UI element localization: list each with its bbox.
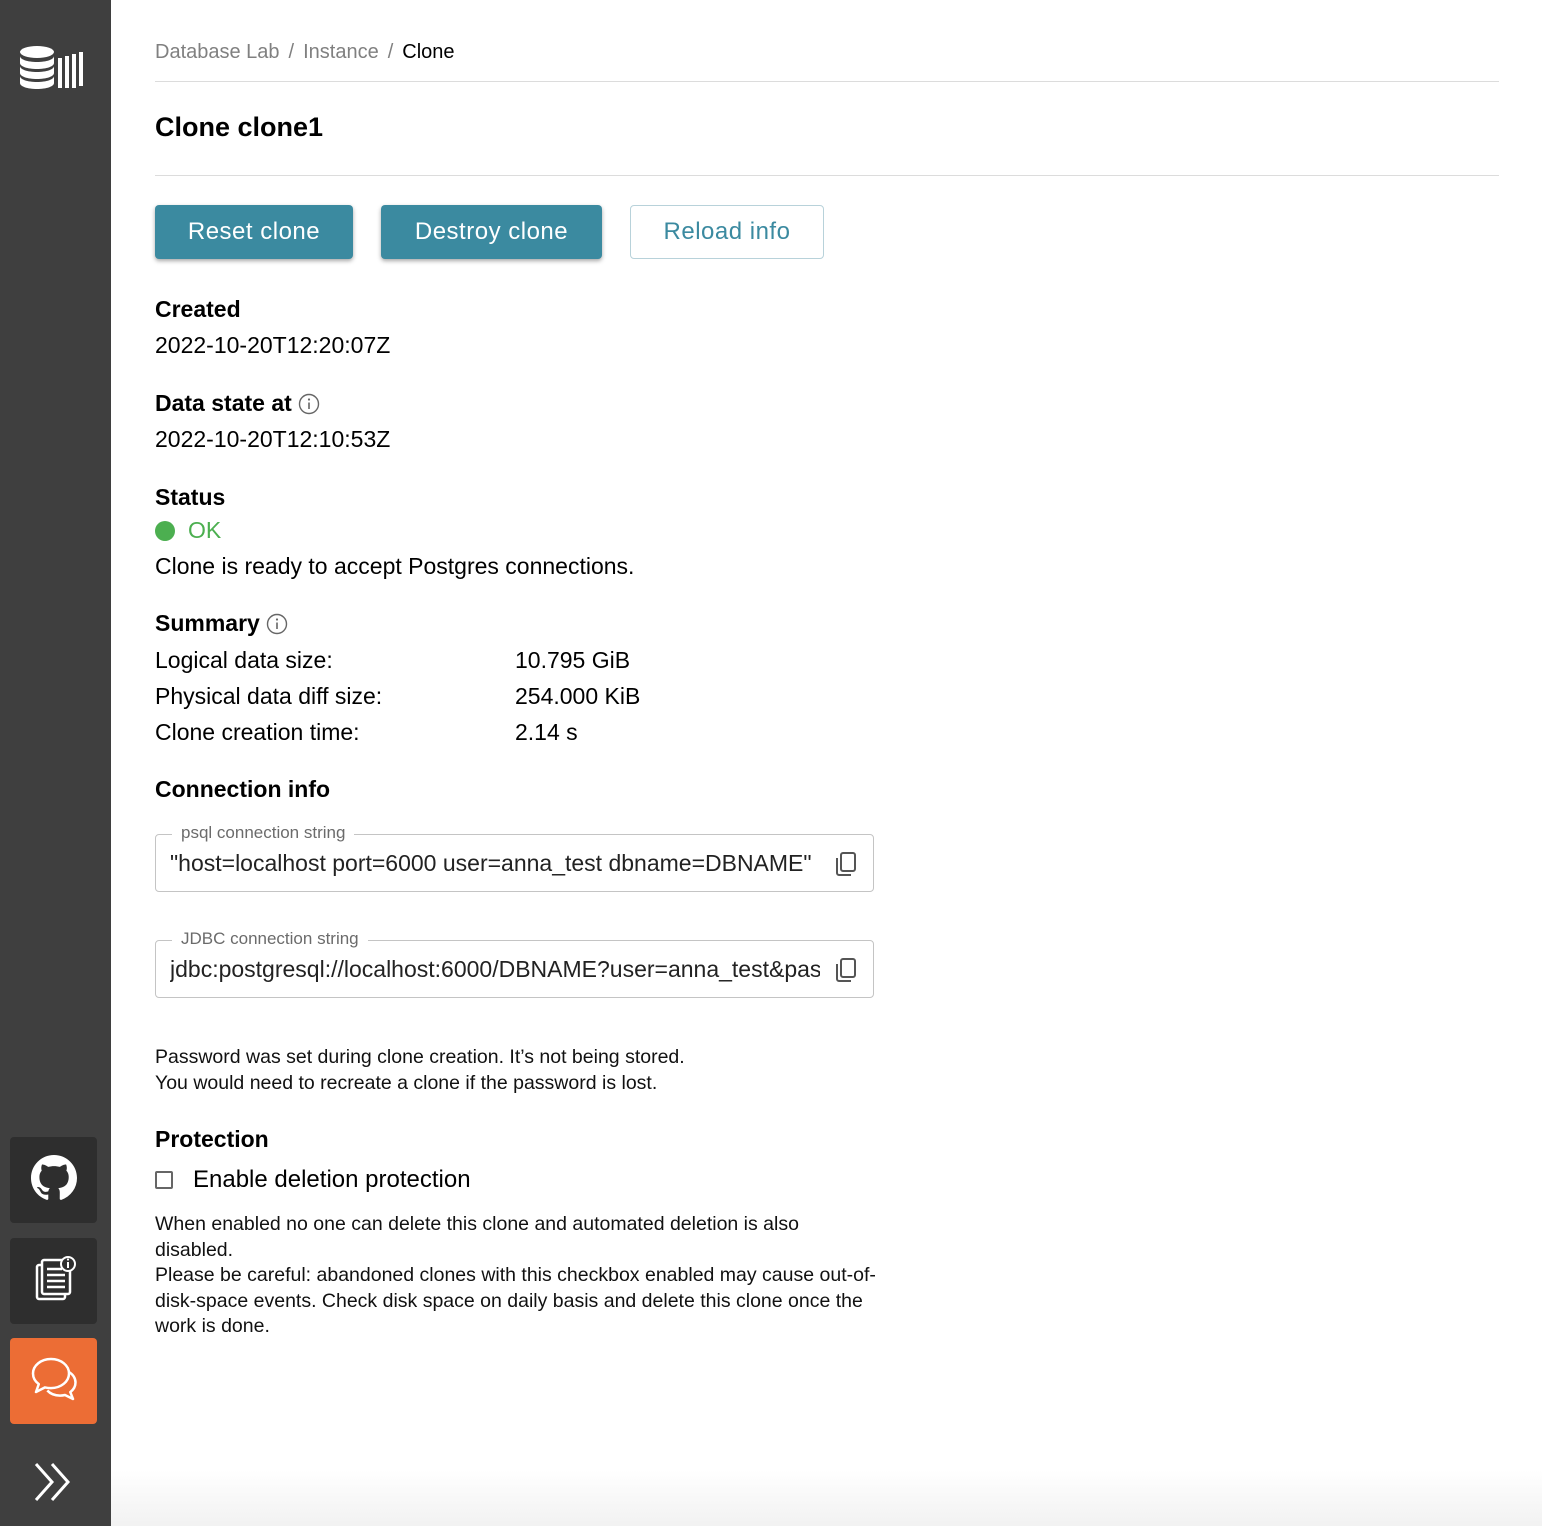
psql-connection-legend: psql connection string xyxy=(172,823,355,843)
reload-info-button[interactable]: Reload info xyxy=(630,205,824,259)
password-note-line: Password was set during clone creation. … xyxy=(155,1046,685,1068)
status-value: OK xyxy=(188,517,222,543)
docs-icon xyxy=(31,1255,77,1308)
reset-clone-button[interactable]: Reset clone xyxy=(155,205,353,259)
chat-button[interactable] xyxy=(10,1338,97,1424)
breadcrumb-clone: Clone xyxy=(402,41,455,63)
psql-connection-input[interactable] xyxy=(170,847,820,879)
created-value: 2022-10-20T12:20:07Z xyxy=(155,332,391,358)
created-label-text: Created xyxy=(155,296,241,322)
protection-label-text: Protection xyxy=(155,1126,269,1152)
summary-row-label: Clone creation time: xyxy=(155,719,360,745)
summary-row: Logical data size: xyxy=(155,647,333,674)
breadcrumb-database-lab[interactable]: Database Lab xyxy=(155,41,280,63)
breadcrumb-separator: / xyxy=(387,41,394,63)
jdbc-connection-input[interactable] xyxy=(170,953,820,985)
summary-label: Summary xyxy=(155,610,288,637)
copy-icon[interactable] xyxy=(833,850,859,878)
status-dot-icon xyxy=(155,520,175,541)
breadcrumb: Database Lab / Instance / Clone xyxy=(155,41,455,64)
summary-row: Clone creation time: xyxy=(155,719,360,746)
summary-row: Physical data diff size: xyxy=(155,683,382,710)
data-state-value: 2022-10-20T12:10:53Z xyxy=(155,426,391,452)
divider xyxy=(155,81,1499,82)
password-note: Password was set during clone creation. … xyxy=(155,1045,915,1096)
created-label: Created xyxy=(155,296,241,323)
copy-icon[interactable] xyxy=(833,956,859,984)
connection-info-label-text: Connection info xyxy=(155,776,331,802)
deletion-protection-label[interactable]: Enable deletion protection xyxy=(193,1166,471,1194)
github-icon xyxy=(30,1154,77,1206)
summary-label-text: Summary xyxy=(155,610,260,636)
chat-icon xyxy=(29,1355,79,1408)
info-icon[interactable] xyxy=(266,613,288,635)
data-state-label: Data state at xyxy=(155,390,320,417)
expand-sidebar-icon[interactable] xyxy=(30,1460,76,1504)
status-label: Status xyxy=(155,484,225,511)
sidebar xyxy=(0,0,111,1526)
summary-row-value: 10.795 GiB xyxy=(515,647,631,673)
page-title: Clone clone1 xyxy=(155,112,324,142)
status-label-text: Status xyxy=(155,484,226,510)
bottom-fade xyxy=(111,1470,1542,1526)
summary-row-value: 254.000 KiB xyxy=(515,683,641,709)
password-note-line: You would need to recreate a clone if th… xyxy=(155,1071,658,1094)
deletion-protection-toggle[interactable]: Enable deletion protection xyxy=(155,1166,471,1194)
github-button[interactable] xyxy=(10,1137,97,1223)
status-message: Clone is ready to accept Postgres connec… xyxy=(155,553,635,579)
jdbc-connection-legend: JDBC connection string xyxy=(172,929,368,949)
database-logo-icon[interactable] xyxy=(18,44,90,96)
data-state-label-text: Data state at xyxy=(155,390,292,416)
summary-row-label: Physical data diff size: xyxy=(155,683,383,709)
protection-note-line: When enabled no one can delete this clon… xyxy=(155,1213,799,1261)
protection-note: When enabled no one can delete this clon… xyxy=(155,1212,877,1340)
docs-button[interactable] xyxy=(10,1238,97,1324)
deletion-protection-checkbox[interactable] xyxy=(155,1171,173,1189)
connection-info-label: Connection info xyxy=(155,776,330,803)
summary-row-label: Logical data size: xyxy=(155,647,333,673)
summary-row-value: 2.14 s xyxy=(515,719,578,745)
psql-connection-field: psql connection string xyxy=(155,823,874,892)
info-icon[interactable] xyxy=(298,393,320,415)
protection-label: Protection xyxy=(155,1126,269,1153)
destroy-clone-button[interactable]: Destroy clone xyxy=(381,205,602,259)
jdbc-connection-field: JDBC connection string xyxy=(155,929,874,998)
divider xyxy=(155,175,1499,176)
protection-note-line: Please be careful: abandoned clones with… xyxy=(155,1264,876,1337)
status-badge: OK xyxy=(155,517,221,544)
breadcrumb-separator: / xyxy=(288,41,295,63)
breadcrumb-instance[interactable]: Instance xyxy=(303,41,379,63)
